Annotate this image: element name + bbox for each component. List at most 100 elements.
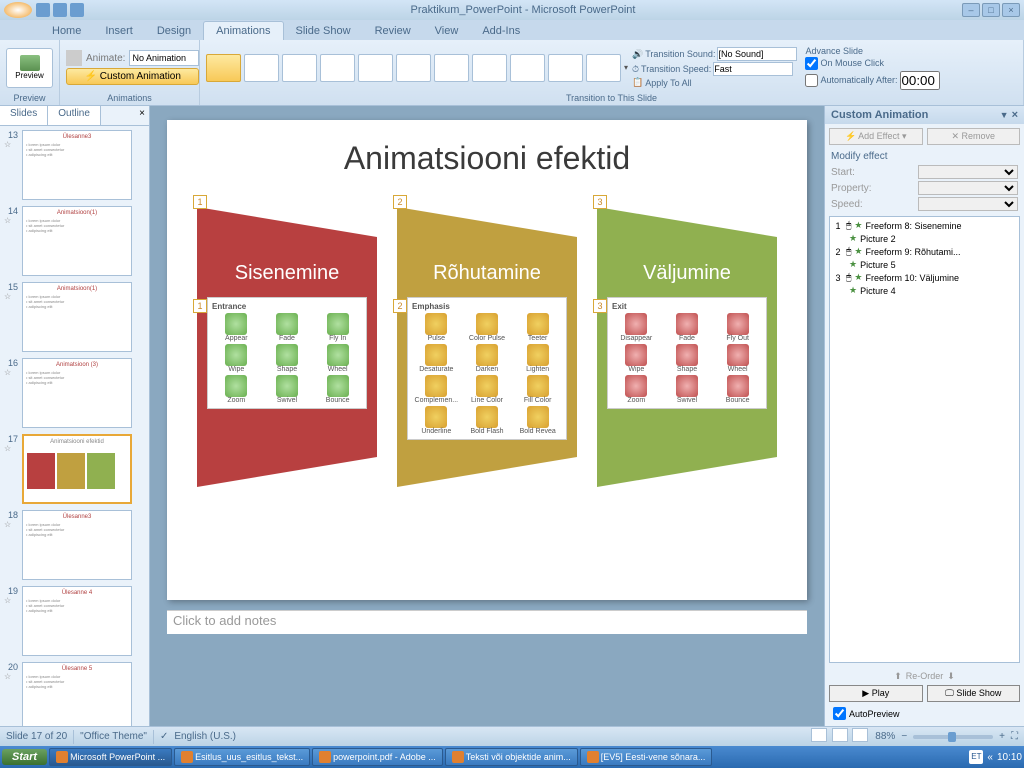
tab-add-ins[interactable]: Add-Ins: [470, 22, 532, 40]
auto-after-checkbox[interactable]: [805, 74, 818, 87]
tab-home[interactable]: Home: [40, 22, 93, 40]
zoom-slider[interactable]: [913, 735, 993, 739]
transition-none[interactable]: [206, 54, 241, 82]
auto-after-time[interactable]: [900, 71, 940, 90]
animation-item[interactable]: 2🖱★Freeform 9: Rõhutami...: [832, 245, 1017, 258]
play-button[interactable]: ▶ Play: [829, 685, 923, 702]
custom-animation-button[interactable]: ⚡ Custom Animation: [66, 68, 199, 85]
sorter-view-button[interactable]: [832, 728, 848, 742]
reorder-up-button[interactable]: ⬆: [894, 671, 902, 682]
shape-exit[interactable]: 3 Väljumine 3 ExitDisappearFadeFly OutWi…: [597, 207, 777, 487]
start-button[interactable]: Start: [2, 749, 47, 765]
shape-label: Rõhutamine: [397, 262, 577, 285]
animation-item[interactable]: ★Picture 5: [832, 258, 1017, 271]
tab-animations[interactable]: Animations: [203, 21, 283, 40]
slide-thumbnail[interactable]: 19☆Ülesanne 4• lorem ipsum dolor• sit am…: [4, 586, 145, 656]
tab-slides[interactable]: Slides: [0, 106, 48, 125]
animation-item[interactable]: ★Picture 4: [832, 284, 1017, 297]
office-button[interactable]: [4, 2, 32, 18]
tab-outline[interactable]: Outline: [48, 106, 101, 125]
tray-lang-icon[interactable]: ET: [969, 750, 983, 764]
qat-save-icon[interactable]: [36, 3, 50, 17]
zoom-level[interactable]: 88%: [875, 731, 895, 742]
slideshow-button[interactable]: 🖵 Slide Show: [927, 685, 1021, 702]
add-effect-button[interactable]: ⚡ Add Effect ▾: [829, 128, 923, 145]
slideshow-view-button[interactable]: [852, 728, 868, 742]
slide-canvas[interactable]: Animatsiooni efektid 1 Sisenemine 1 Entr…: [167, 120, 807, 600]
anim-pane-close-icon[interactable]: ×: [1012, 109, 1018, 121]
animation-list: 1🖱★Freeform 8: Sisenemine★Picture 22🖱★Fr…: [829, 216, 1020, 663]
quick-access-toolbar: [36, 3, 84, 17]
remove-effect-button[interactable]: ✕ Remove: [927, 128, 1021, 145]
minimize-button[interactable]: ‒: [962, 3, 980, 17]
group-label-transition: Transition to This Slide: [206, 93, 1017, 103]
slide-thumbnail[interactable]: 13☆Ülesanne3• lorem ipsum dolor• sit ame…: [4, 130, 145, 200]
slide-thumbnail[interactable]: 17☆Animatsiooni efektid: [4, 434, 145, 504]
slide-thumbnail[interactable]: 20☆Ülesanne 5• lorem ipsum dolor• sit am…: [4, 662, 145, 726]
transition-item[interactable]: [244, 54, 279, 82]
slide-thumbnail[interactable]: 15☆Animatsioon(1)• lorem ipsum dolor• si…: [4, 282, 145, 352]
animation-item[interactable]: 3🖱★Freeform 10: Väljumine: [832, 271, 1017, 284]
transition-gallery[interactable]: ▾: [206, 54, 628, 82]
taskbar-item[interactable]: Esitlus_uus_esitlus_tekst...: [174, 748, 310, 766]
tab-review[interactable]: Review: [363, 22, 423, 40]
tray-clock[interactable]: 10:10: [997, 752, 1022, 763]
taskbar-item[interactable]: Microsoft PowerPoint ...: [49, 748, 172, 766]
transition-item[interactable]: [282, 54, 317, 82]
advance-slide-label: Advance Slide: [805, 46, 939, 56]
fit-to-window-button[interactable]: ⛶: [1011, 731, 1018, 742]
gallery-more-icon[interactable]: ▾: [624, 63, 628, 72]
group-label-animations: Animations: [66, 93, 193, 103]
qat-undo-icon[interactable]: [53, 3, 67, 17]
transition-sound-dropdown[interactable]: [717, 47, 797, 61]
animate-dropdown[interactable]: [129, 50, 199, 66]
normal-view-button[interactable]: [811, 728, 827, 742]
transition-item[interactable]: [548, 54, 583, 82]
tab-slide-show[interactable]: Slide Show: [284, 22, 363, 40]
speed-dropdown[interactable]: [918, 197, 1018, 211]
transition-speed-dropdown[interactable]: [713, 62, 793, 76]
slide-thumbnail[interactable]: 14☆Animatsioon(1)• lorem ipsum dolor• si…: [4, 206, 145, 276]
group-label-preview: Preview: [6, 93, 53, 103]
tab-insert[interactable]: Insert: [93, 22, 145, 40]
notes-pane[interactable]: Click to add notes: [167, 610, 807, 634]
zoom-out-button[interactable]: −: [901, 731, 907, 742]
animation-item[interactable]: ★Picture 2: [832, 232, 1017, 245]
tab-view[interactable]: View: [423, 22, 471, 40]
zoom-in-button[interactable]: +: [999, 731, 1005, 742]
close-panel-icon[interactable]: ×: [135, 106, 149, 125]
maximize-button[interactable]: □: [982, 3, 1000, 17]
anim-pane-title: Custom Animation: [831, 109, 928, 121]
shape-entrance[interactable]: 1 Sisenemine 1 EntranceAppearFadeFly InW…: [197, 207, 377, 487]
autopreview-checkbox[interactable]: [833, 707, 846, 720]
transition-item[interactable]: [510, 54, 545, 82]
transition-item[interactable]: [434, 54, 469, 82]
start-dropdown[interactable]: [918, 165, 1018, 179]
taskbar-item[interactable]: [EV5] Eesti-vene sõnara...: [580, 748, 713, 766]
transition-item[interactable]: [320, 54, 355, 82]
language-status[interactable]: English (U.S.): [174, 731, 236, 742]
qat-redo-icon[interactable]: [70, 3, 84, 17]
close-button[interactable]: ×: [1002, 3, 1020, 17]
property-dropdown[interactable]: [918, 181, 1018, 195]
tab-design[interactable]: Design: [145, 22, 203, 40]
taskbar-item[interactable]: powerpoint.pdf - Adobe ...: [312, 748, 443, 766]
apply-to-all-button[interactable]: Apply To All: [645, 78, 691, 88]
transition-item[interactable]: [396, 54, 431, 82]
transition-item[interactable]: [586, 54, 621, 82]
animation-item[interactable]: 1🖱★Freeform 8: Sisenemine: [832, 219, 1017, 232]
shape-label: Sisenemine: [197, 262, 377, 285]
window-title: Praktikum_PowerPoint - Microsoft PowerPo…: [84, 4, 962, 16]
transition-item[interactable]: [358, 54, 393, 82]
shape-emphasis[interactable]: 2 Rõhutamine 2 EmphasisPulseColor PulseT…: [397, 207, 577, 487]
tray-expand-icon[interactable]: «: [987, 752, 993, 763]
transition-item[interactable]: [472, 54, 507, 82]
preview-button[interactable]: Preview: [6, 48, 53, 88]
reorder-down-button[interactable]: ⬇: [947, 671, 955, 682]
slide-thumbnail[interactable]: 18☆Ülesanne3• lorem ipsum dolor• sit ame…: [4, 510, 145, 580]
on-mouse-click-checkbox[interactable]: [805, 57, 818, 70]
spellcheck-icon[interactable]: ✓: [160, 731, 168, 742]
slide-thumbnail[interactable]: 16☆Animatsioon (3)• lorem ipsum dolor• s…: [4, 358, 145, 428]
slide-title: Animatsiooni efektid: [187, 140, 787, 177]
taskbar-item[interactable]: Teksti või objektide anim...: [445, 748, 578, 766]
